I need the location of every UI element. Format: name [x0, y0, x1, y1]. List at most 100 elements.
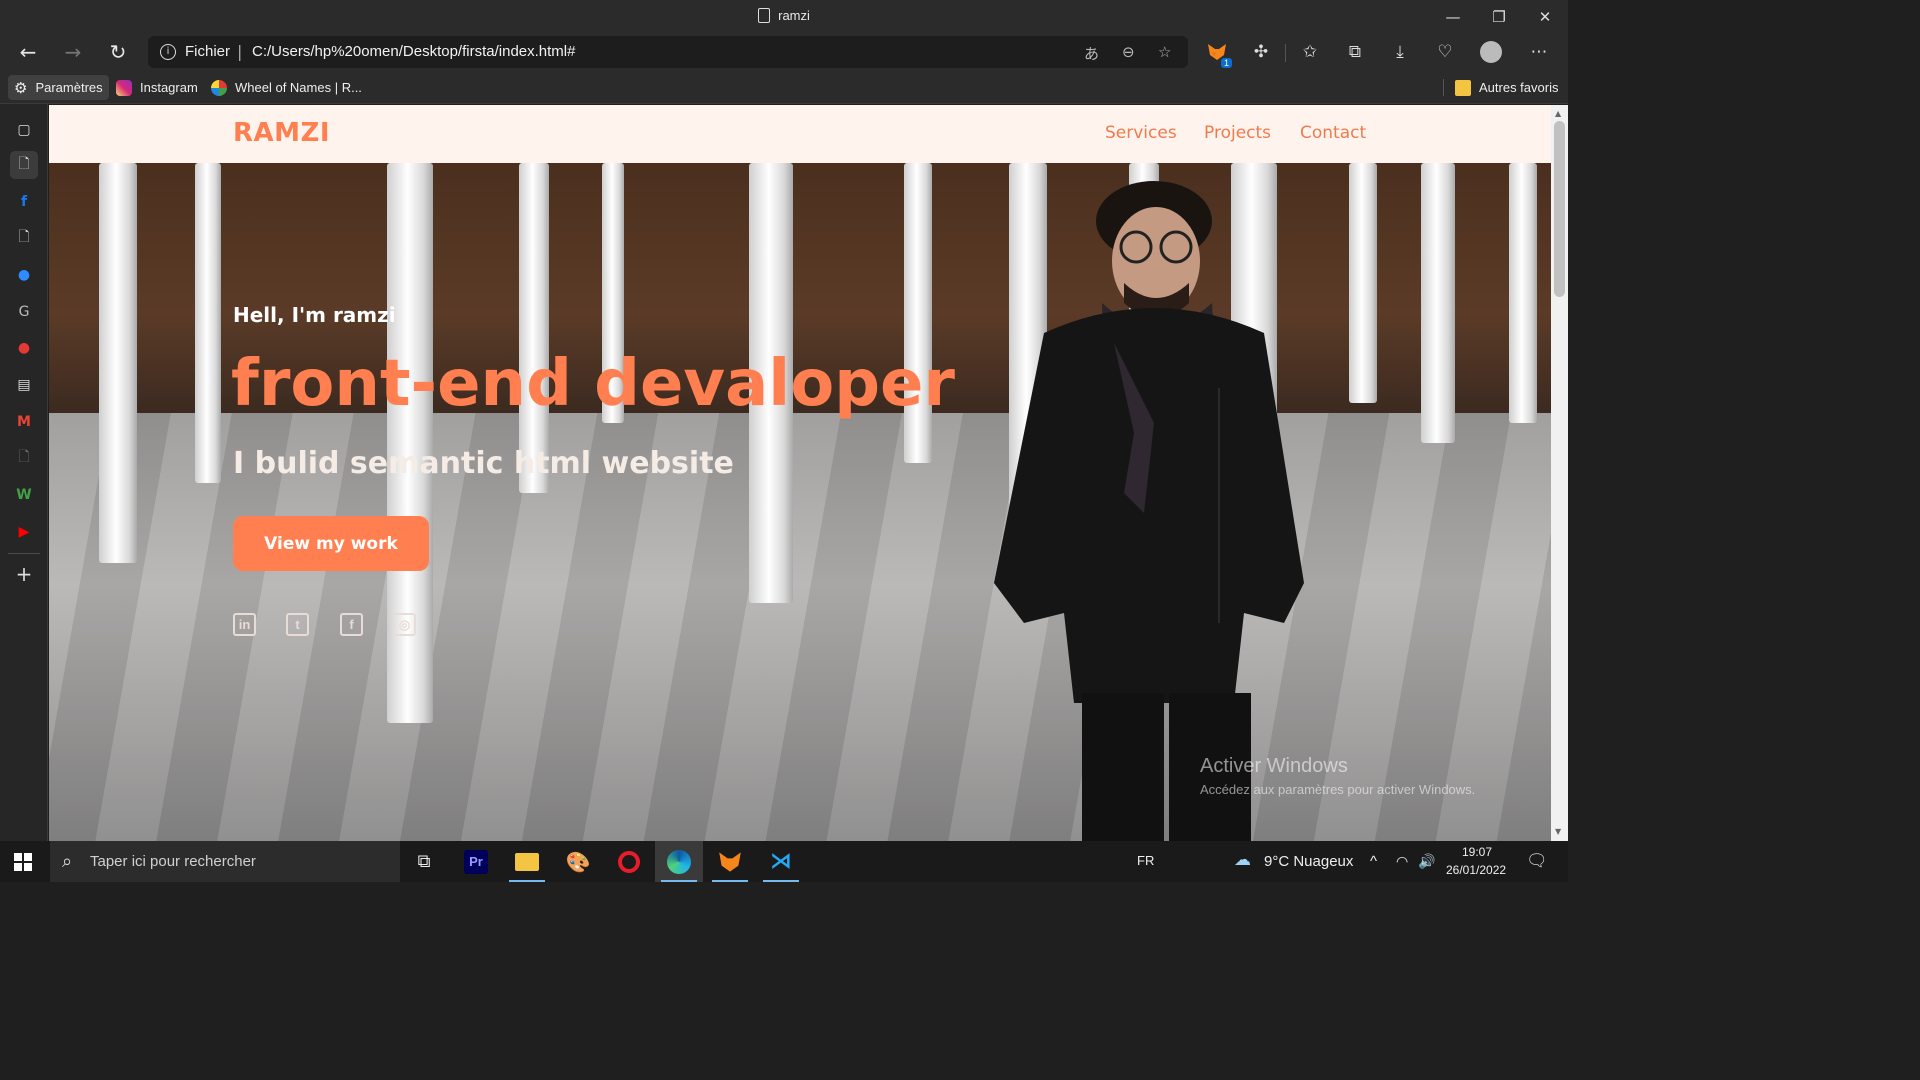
bookmarks-divider: [1443, 79, 1444, 96]
nav-link-services[interactable]: Services: [1105, 123, 1177, 143]
vertical-tabs-sidebar: ▢ 🗋 f 🗋 ● G ● ▤ M 🗋 W ▶ +: [0, 104, 48, 841]
browser-toolbar: ← → ↻ i Fichier | C:/Users/hp%20omen/Des…: [0, 33, 1568, 71]
activate-windows-watermark: Activer Windows Accédez aux paramètres p…: [1200, 755, 1475, 797]
title-bar: ramzi — ❐ ✕: [0, 0, 1568, 33]
clock-date[interactable]: 26/01/2022: [1446, 863, 1506, 877]
bookmark-label: Autres favoris: [1479, 80, 1559, 95]
portrait-photo: [994, 181, 1304, 841]
tab-youtube-icon[interactable]: ▶: [10, 518, 38, 546]
read-aloud-icon[interactable]: あ: [1084, 43, 1099, 64]
folder-icon: [1455, 79, 1471, 96]
tab-gmail-icon[interactable]: M: [10, 408, 38, 436]
forward-button[interactable]: →: [57, 37, 89, 67]
scroll-down-arrow-icon[interactable]: ▼: [1555, 827, 1561, 836]
site-header: RAMZI Services Projects Contact: [49, 105, 1551, 163]
favorites-icon[interactable]: ✩: [1299, 41, 1321, 63]
minimize-button[interactable]: —: [1430, 0, 1476, 33]
instagram-icon[interactable]: ◎: [393, 613, 416, 636]
file-explorer-icon[interactable]: [503, 841, 551, 882]
hero-greeting: Hell, I'm ramzi: [233, 303, 396, 327]
taskbar-search-placeholder: Taper ici pour rechercher: [90, 853, 256, 870]
edge-icon[interactable]: [655, 841, 703, 882]
clock-time[interactable]: 19:07: [1462, 845, 1492, 859]
more-menu-icon[interactable]: ⋯: [1528, 41, 1550, 63]
collections-icon[interactable]: ⧉: [1344, 41, 1366, 63]
metamask-icon[interactable]: [706, 841, 754, 882]
vscode-icon[interactable]: ⋊: [757, 841, 805, 882]
linkedin-icon[interactable]: in: [233, 613, 256, 636]
instagram-icon: [116, 79, 132, 96]
close-button[interactable]: ✕: [1522, 0, 1568, 33]
address-bar[interactable]: i Fichier | C:/Users/hp%20omen/Desktop/f…: [148, 36, 1188, 68]
fox-icon: [719, 851, 741, 872]
search-icon: ⌕: [62, 851, 73, 872]
window-title-text: ramzi: [778, 8, 810, 23]
document-icon: [758, 8, 771, 23]
column: [99, 163, 137, 563]
chevron-up-icon[interactable]: ^: [1370, 853, 1377, 870]
column: [1509, 163, 1537, 423]
extension-badge: 1: [1220, 58, 1232, 68]
bookmark-label: Wheel of Names | R...: [235, 80, 362, 95]
cloud-icon: ☁: [1234, 850, 1251, 869]
tab-ramzi[interactable]: 🗋: [10, 151, 38, 179]
metamask-extension-icon[interactable]: 1: [1206, 41, 1232, 68]
page-scrollbar[interactable]: ▲ ▼: [1551, 105, 1568, 841]
language-indicator[interactable]: FR: [1137, 853, 1154, 868]
refresh-button[interactable]: ↻: [102, 37, 134, 67]
premiere-pro-icon[interactable]: Pr: [452, 841, 500, 882]
window-title: ramzi: [0, 8, 1568, 23]
nav-link-contact[interactable]: Contact: [1300, 123, 1366, 143]
zoom-out-icon[interactable]: ⊖: [1122, 43, 1135, 61]
scroll-up-arrow-icon[interactable]: ▲: [1555, 109, 1561, 118]
performance-icon[interactable]: ♡: [1434, 41, 1456, 63]
tab-blank-document-icon[interactable]: 🗋: [10, 444, 38, 472]
column: [387, 163, 433, 723]
network-icon[interactable]: ◠: [1396, 853, 1408, 870]
windows-start-icon[interactable]: [14, 853, 32, 871]
tab-google-icon[interactable]: G: [10, 298, 38, 326]
facebook-icon[interactable]: f: [340, 613, 363, 636]
extensions-icon[interactable]: ✣: [1250, 41, 1272, 63]
taskbar-search[interactable]: ⌕ Taper ici pour rechercher: [50, 841, 400, 882]
paint-icon[interactable]: 🎨: [554, 841, 602, 882]
bookmark-instagram[interactable]: Instagram: [110, 75, 204, 100]
weather-text[interactable]: 9°C Nuageux: [1264, 853, 1353, 870]
tab-zoom-icon[interactable]: ●: [10, 261, 38, 289]
bookmark-settings[interactable]: ⚙ Paramètres: [8, 75, 109, 100]
toolbar-divider: [1285, 44, 1286, 62]
opera-icon[interactable]: [605, 841, 653, 882]
profile-avatar-icon[interactable]: [1480, 41, 1502, 63]
site-logo[interactable]: RAMZI: [233, 118, 330, 148]
bookmark-label: Instagram: [140, 80, 198, 95]
downloads-icon[interactable]: ⤓: [1389, 41, 1411, 63]
scrollbar-thumb[interactable]: [1554, 121, 1565, 297]
bookmark-wheel-of-names[interactable]: Wheel of Names | R...: [205, 75, 368, 100]
new-tab-plus-icon[interactable]: +: [10, 560, 38, 588]
info-icon[interactable]: i: [160, 44, 176, 60]
address-url[interactable]: C:/Users/hp%20omen/Desktop/firsta/index.…: [252, 43, 575, 60]
view-my-work-button[interactable]: View my work: [233, 516, 429, 571]
column: [1421, 163, 1455, 443]
volume-icon[interactable]: 🔊: [1418, 853, 1435, 870]
watermark-title: Activer Windows: [1200, 755, 1348, 777]
watermark-subtitle: Accédez aux paramètres pour activer Wind…: [1200, 782, 1476, 797]
column: [1349, 163, 1377, 403]
tab-facebook-icon[interactable]: f: [10, 188, 38, 216]
notifications-icon[interactable]: 🗨: [1526, 851, 1548, 871]
bookmark-other-favorites[interactable]: Autres favoris: [1449, 75, 1564, 100]
tab-document-icon[interactable]: 🗋: [10, 224, 38, 252]
tab-actions-icon[interactable]: ▢: [10, 116, 38, 144]
nav-link-projects[interactable]: Projects: [1204, 123, 1271, 143]
task-view-icon[interactable]: ⧉: [400, 841, 448, 882]
tab-app-icon[interactable]: ●: [10, 334, 38, 362]
windows-taskbar: ⌕ Taper ici pour rechercher ⧉ Pr 🎨 ⋊ FR …: [0, 841, 1568, 882]
back-button[interactable]: ←: [12, 37, 44, 67]
tab-calendar-icon[interactable]: ▤: [10, 371, 38, 399]
hero-section: Hell, I'm ramzi front-end devaloper I bu…: [49, 163, 1551, 841]
add-favorite-icon[interactable]: ☆: [1158, 43, 1171, 61]
bookmarks-bar: ⚙ Paramètres Instagram Wheel of Names | R…: [0, 71, 1568, 104]
restore-button[interactable]: ❐: [1476, 0, 1522, 33]
twitter-icon[interactable]: t: [286, 613, 309, 636]
tab-w-icon[interactable]: W: [10, 481, 38, 509]
